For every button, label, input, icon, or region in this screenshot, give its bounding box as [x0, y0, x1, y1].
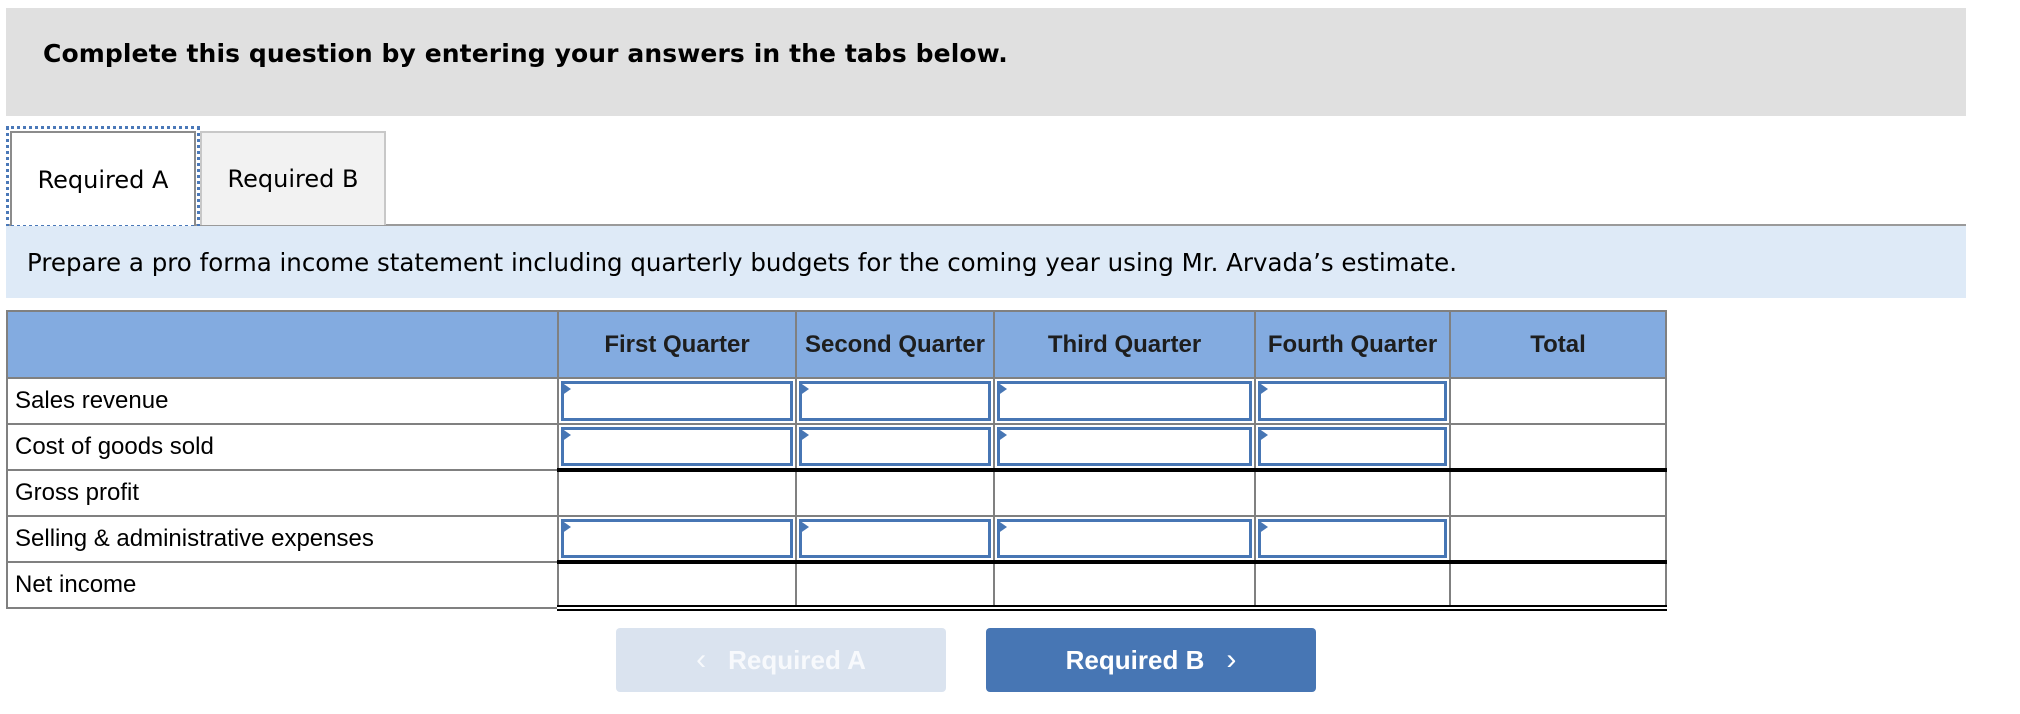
sales-revenue-third-quarter-input[interactable]	[997, 381, 1252, 421]
cell-total	[1449, 515, 1667, 564]
cell-total	[1449, 423, 1667, 472]
row-label: Net income	[6, 561, 559, 609]
cell-second-quarter	[795, 561, 995, 611]
header-total: Total	[1449, 310, 1667, 379]
instructions-banner: Complete this question by entering your …	[6, 8, 1966, 116]
next-tab-button[interactable]: Required B ›	[986, 628, 1316, 692]
cell-first-quarter[interactable]	[557, 515, 797, 564]
header-row: First Quarter Second Quarter Third Quart…	[6, 310, 1667, 379]
selling-and-administrative-expenses-second-quarter-input[interactable]	[799, 519, 991, 558]
header-second-quarter: Second Quarter	[795, 310, 995, 379]
cell-fourth-quarter[interactable]	[1254, 377, 1451, 425]
header-first-quarter: First Quarter	[557, 310, 797, 379]
sales-revenue-second-quarter-input[interactable]	[799, 381, 991, 421]
cell-fourth-quarter	[1254, 561, 1451, 611]
previous-tab-button-label: Required A	[728, 644, 866, 675]
sales-revenue-fourth-quarter-input[interactable]	[1258, 381, 1447, 421]
table-row-selling-and-administrative-expenses: Selling & administrative expenses	[6, 515, 1667, 564]
cell-third-quarter	[993, 469, 1256, 517]
cell-fourth-quarter	[1254, 469, 1451, 517]
cell-total	[1449, 377, 1667, 425]
question-instructions: Prepare a pro forma income statement inc…	[6, 226, 1966, 298]
cost-of-goods-sold-fourth-quarter-input[interactable]	[1258, 427, 1447, 466]
selling-and-administrative-expenses-first-quarter-input[interactable]	[561, 519, 793, 558]
chevron-left-icon: ‹	[696, 643, 707, 676]
header-label-column	[6, 310, 559, 379]
tab-required-a-label: Required A	[37, 166, 169, 194]
cell-second-quarter[interactable]	[795, 423, 995, 472]
table-row-sales-revenue: Sales revenue	[6, 377, 1667, 425]
cell-first-quarter	[557, 469, 797, 517]
row-label: Cost of goods sold	[6, 423, 559, 471]
row-label: Selling & administrative expenses	[6, 515, 559, 563]
table-row-net-income: Net income	[6, 561, 1667, 611]
chevron-right-icon: ›	[1226, 643, 1237, 676]
next-tab-button-label: Required B	[1065, 644, 1205, 675]
cost-of-goods-sold-second-quarter-input[interactable]	[799, 427, 991, 466]
banner-text: Complete this question by entering your …	[43, 39, 1008, 68]
header-fourth-quarter: Fourth Quarter	[1254, 310, 1451, 379]
cell-third-quarter	[993, 561, 1256, 611]
cell-first-quarter	[557, 561, 797, 611]
cell-second-quarter[interactable]	[795, 377, 995, 425]
cell-third-quarter[interactable]	[993, 515, 1256, 564]
sales-revenue-first-quarter-input[interactable]	[561, 381, 793, 421]
table-row-gross-profit: Gross profit	[6, 469, 1667, 517]
cell-third-quarter[interactable]	[993, 423, 1256, 472]
tab-required-a[interactable]: Required A	[10, 131, 196, 227]
selling-and-administrative-expenses-fourth-quarter-input[interactable]	[1258, 519, 1447, 558]
income-statement-table: First Quarter Second Quarter Third Quart…	[6, 310, 1667, 611]
cell-fourth-quarter[interactable]	[1254, 423, 1451, 472]
tab-required-b-label: Required B	[227, 165, 359, 193]
cell-second-quarter	[795, 469, 995, 517]
row-label: Sales revenue	[6, 377, 559, 425]
cost-of-goods-sold-third-quarter-input[interactable]	[997, 427, 1252, 466]
tab-required-b[interactable]: Required B	[200, 131, 386, 225]
row-label: Gross profit	[6, 469, 559, 517]
cell-total	[1449, 561, 1667, 611]
cell-second-quarter[interactable]	[795, 515, 995, 564]
previous-tab-button[interactable]: ‹ Required A	[616, 628, 946, 692]
cell-first-quarter[interactable]	[557, 423, 797, 472]
selling-and-administrative-expenses-third-quarter-input[interactable]	[997, 519, 1252, 558]
cell-total	[1449, 469, 1667, 517]
cell-fourth-quarter[interactable]	[1254, 515, 1451, 564]
instructions-text: Prepare a pro forma income statement inc…	[27, 248, 1458, 277]
cell-first-quarter[interactable]	[557, 377, 797, 425]
header-third-quarter: Third Quarter	[993, 310, 1256, 379]
cost-of-goods-sold-first-quarter-input[interactable]	[561, 427, 793, 466]
table-row-cost-of-goods-sold: Cost of goods sold	[6, 423, 1667, 472]
cell-third-quarter[interactable]	[993, 377, 1256, 425]
